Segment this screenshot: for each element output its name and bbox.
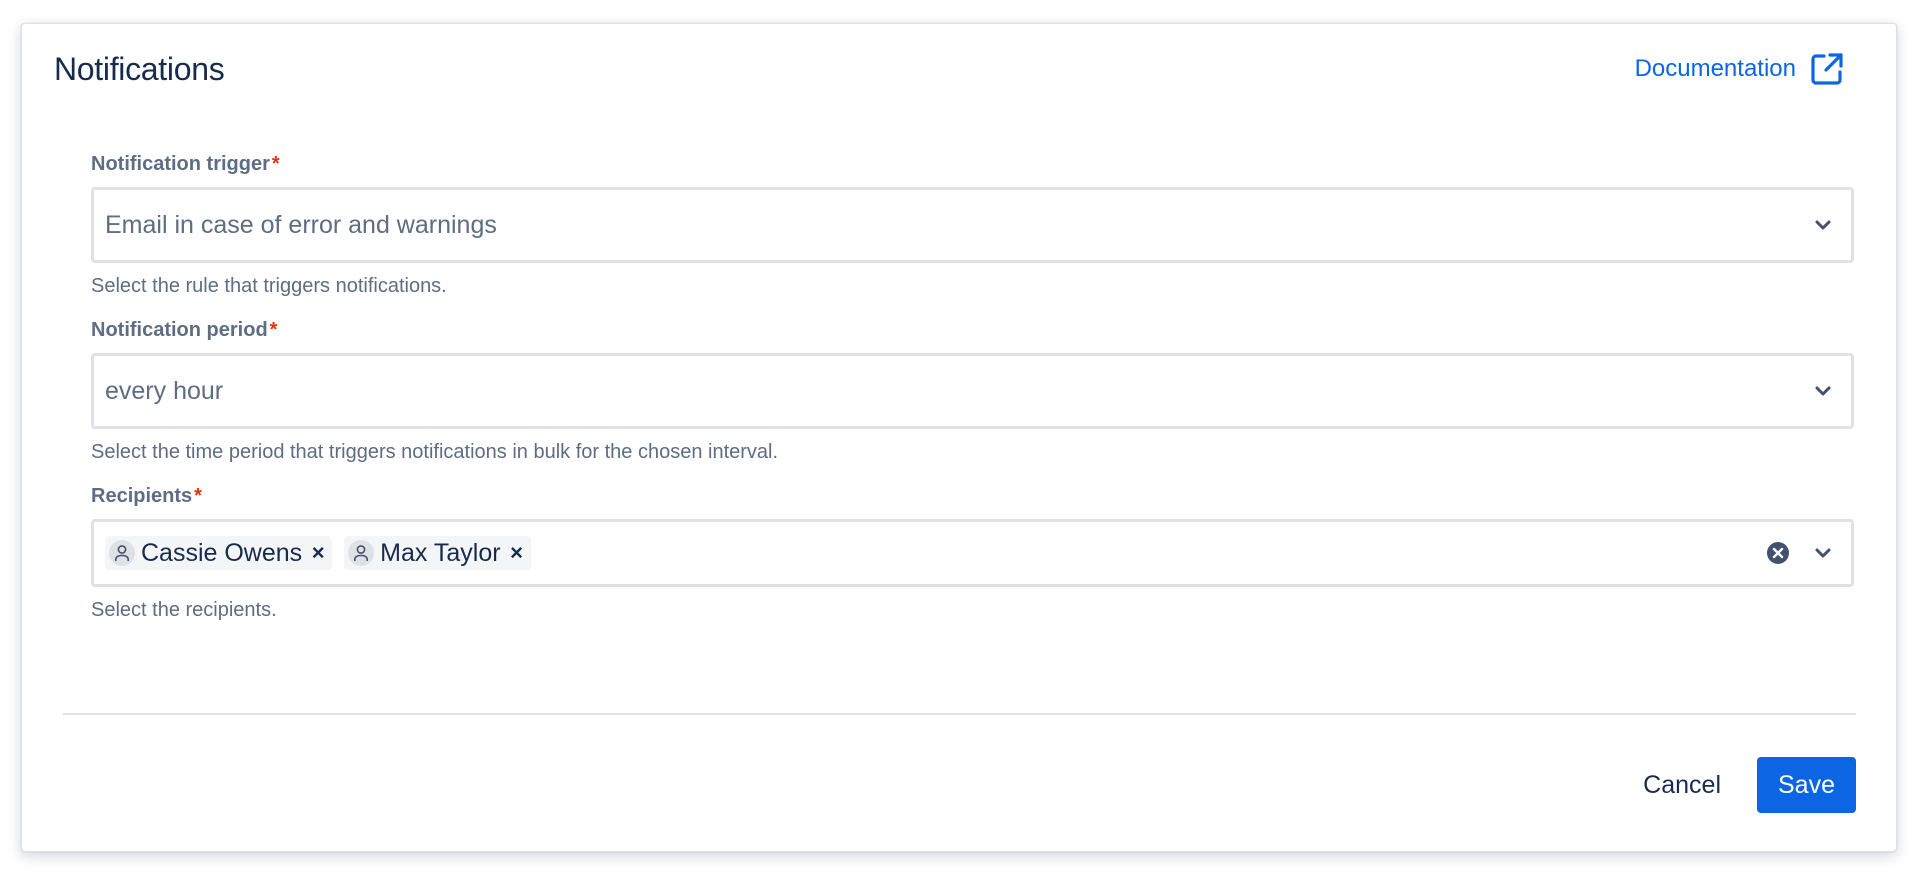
recipients-helper: Select the recipients. — [91, 599, 277, 621]
period-select[interactable]: every hour — [91, 353, 1854, 429]
period-helper: Select the time period that triggers not… — [91, 441, 779, 463]
remove-recipient-button[interactable]: × — [509, 540, 525, 565]
period-value: every hour — [105, 376, 224, 405]
footer-divider — [63, 713, 1856, 715]
recipients-select[interactable]: Cassie Owens × Max Taylor × — [91, 519, 1854, 587]
required-mark: * — [271, 153, 280, 175]
user-icon — [109, 540, 135, 566]
recipient-name: Max Taylor — [380, 538, 501, 567]
chevron-down-icon[interactable] — [1809, 377, 1837, 405]
period-field: Notification period * every hour Select t… — [91, 317, 1854, 465]
trigger-field: Notification trigger * Email in case of e… — [91, 151, 1854, 299]
notification-form: Notification trigger * Email in case of e… — [91, 151, 1854, 623]
user-icon — [348, 540, 375, 566]
save-button[interactable]: Save — [1757, 757, 1856, 813]
cancel-button[interactable]: Cancel — [1625, 757, 1739, 813]
trigger-helper: Select the rule that triggers notificati… — [91, 275, 447, 297]
documentation-link[interactable]: Documentation — [1635, 52, 1844, 86]
remove-recipient-button[interactable]: × — [310, 540, 326, 565]
clear-circle-icon[interactable] — [1765, 540, 1791, 566]
trigger-label: Notification trigger * — [91, 153, 280, 175]
chevron-down-icon[interactable] — [1809, 539, 1837, 567]
page-title: Notifications — [54, 50, 225, 87]
recipient-tag: Max Taylor × — [344, 536, 531, 570]
notifications-dialog: Notifications Documentation Notification… — [21, 23, 1897, 852]
trigger-value: Email in case of error and warnings — [105, 210, 497, 239]
chevron-down-icon[interactable] — [1809, 211, 1837, 239]
recipients-field: Recipients * Cassie Owens × Max Taylor ×… — [91, 483, 1854, 623]
documentation-label: Documentation — [1634, 55, 1796, 82]
recipient-name: Cassie Owens — [141, 538, 303, 567]
recipients-label: Recipients * — [91, 485, 202, 507]
required-mark: * — [194, 485, 202, 507]
recipient-tag: Cassie Owens × — [105, 536, 333, 570]
recipient-tags: Cassie Owens × Max Taylor × — [105, 536, 1765, 570]
external-link-icon — [1810, 52, 1844, 86]
period-label: Notification period * — [91, 319, 278, 341]
dialog-footer: Cancel Save — [1625, 757, 1856, 813]
dialog-header: Notifications Documentation — [54, 44, 1844, 94]
trigger-select[interactable]: Email in case of error and warnings — [91, 187, 1854, 263]
required-mark: * — [269, 319, 278, 341]
